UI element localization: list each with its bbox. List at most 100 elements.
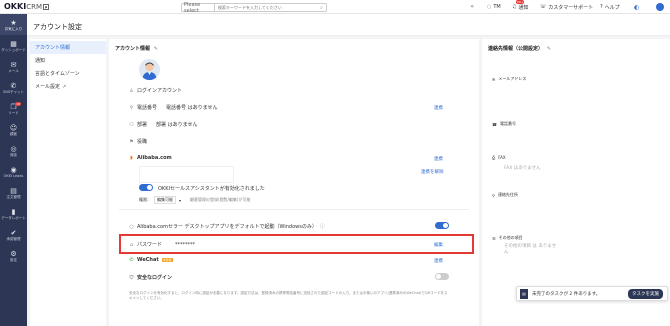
sidebar-item-label: ダッシュボード	[1, 47, 26, 52]
alibaba-label: Alibaba.com	[137, 155, 172, 161]
sidebar-item-data[interactable]: ▮ データレポート	[0, 203, 27, 224]
search-input[interactable]	[215, 5, 317, 10]
secure-login-label: 安全なログイン	[137, 275, 173, 281]
wechat-icon: ✆	[129, 257, 134, 263]
contact-address-label: 連絡先住所	[497, 192, 518, 197]
sidebar-item-customer[interactable]: ☺ 顧客	[0, 119, 27, 140]
sidebar-item-label: メール	[8, 68, 19, 73]
sales-assistant-toggle[interactable]	[139, 184, 153, 191]
sidebar: ★ お気に入り ▦ ダッシュボード ✉ メール ✆ SNSチャット ❐ リード 18 ☺ 顧客 ◎ 商談 ◉ O…	[0, 14, 27, 326]
title-icon: ⚑	[129, 138, 134, 145]
help-button[interactable]: ? ヘルプ	[600, 3, 620, 11]
task-toast-text: 未完了のタスクが 2 件あります。	[532, 291, 601, 297]
location-icon: ⚲	[129, 104, 134, 111]
search-icon[interactable]: ⌕	[317, 5, 326, 11]
sidebar-item-dashboard[interactable]: ▦ ダッシュボード	[0, 35, 27, 56]
logo-suffix: CRM	[26, 2, 42, 11]
headset-icon: ☏	[540, 4, 547, 10]
nav-mail-settings[interactable]: メール設定 ↗	[30, 80, 106, 93]
password-highlight-box	[119, 234, 474, 254]
secure-login-row: ⛉ 安全なログイン	[129, 274, 173, 282]
sidebar-item-label: お気に入り	[4, 26, 23, 31]
global-search: Please select ⌕	[181, 2, 327, 14]
contact-other-value: その他の項目 は ありません	[504, 244, 557, 255]
permission-row: 権限： 編集可能 ▾ 顧客管理の登録(閲覧/編集)が可能	[139, 196, 250, 204]
wechat-status-tag: 未連携	[161, 258, 173, 262]
support-button[interactable]: ☏ カスタマーサポート	[540, 3, 593, 11]
wechat-link[interactable]: 連携	[434, 258, 443, 264]
sidebar-item-label: データレポート	[1, 215, 26, 220]
settings-nav: アカウント情報 通知 言語とタイムゾーン メール設定 ↗	[30, 39, 106, 326]
contact-phone-label: 電話番号	[499, 121, 516, 126]
login-account-row: ♙ ログインアカウント	[129, 87, 183, 95]
divider	[119, 209, 469, 210]
edit-pencil-icon[interactable]: ✎	[154, 46, 158, 52]
help-label: ヘルプ	[604, 4, 620, 11]
sidebar-count-badge: 18	[15, 102, 21, 106]
home-icon: ★	[10, 18, 17, 27]
contact-address: ⚲ 連絡先住所	[492, 192, 518, 198]
login-account-label: ログインアカウント	[137, 88, 183, 94]
contact-section-title-text: 連絡先情報（公開設定）	[488, 46, 544, 52]
sidebar-item-home[interactable]: ★ お気に入り	[0, 14, 27, 35]
unlink-button[interactable]: 連携を解除	[421, 169, 444, 175]
sidebar-item-okki-leads[interactable]: ◉ OKKI Leads	[0, 161, 27, 182]
nav-notifications[interactable]: 通知	[30, 54, 106, 67]
permission-note: 顧客管理の登録(閲覧/編集)が可能	[190, 197, 251, 202]
fax-icon: ⎙	[492, 155, 496, 160]
sidebar-item-label: 設定	[10, 257, 17, 262]
notifications-button[interactable]: ♫ 通知 99+	[512, 0, 529, 11]
contact-phone: ☎ 電話番号	[492, 121, 516, 127]
secure-login-toggle[interactable]	[435, 273, 449, 280]
sidebar-item-approval[interactable]: ✔ 承認管理	[0, 224, 27, 245]
nav-account-info[interactable]: アカウント情報	[30, 41, 106, 54]
alibaba-icon: ◗	[130, 155, 133, 161]
contact-other-label: その他の項目	[498, 235, 523, 240]
brand-icon[interactable]: ◐	[634, 3, 639, 11]
sidebar-item-order[interactable]: ▤ 注文管理	[0, 182, 27, 203]
run-tasks-button[interactable]: タスクを実施	[628, 288, 663, 299]
globe-icon: ◎	[10, 144, 17, 153]
department-value: 部署 はありません	[156, 122, 198, 128]
desktop-app-toggle[interactable]	[435, 222, 449, 229]
list-icon: ☰	[492, 235, 496, 241]
profile-avatar[interactable]	[139, 59, 160, 80]
edit-pencil-icon[interactable]: ✎	[547, 46, 551, 52]
permission-select[interactable]: 編集可能	[154, 196, 176, 204]
clipboard-icon: ▤	[520, 288, 528, 299]
desktop-app-label: Alibaba.comセラー デスクトップアプリをデフォルトで起動（Window…	[137, 224, 317, 230]
sidebar-item-mail[interactable]: ✉ メール	[0, 56, 27, 77]
alibaba-row: ◗ Alibaba.com	[129, 155, 172, 161]
search-type-select[interactable]: Please select	[182, 2, 215, 14]
sidebar-item-lead[interactable]: ❐ リード 18	[0, 98, 27, 119]
notifications-label: 通知	[518, 4, 529, 11]
user-avatar[interactable]	[656, 3, 664, 11]
user-initials: TM	[493, 4, 501, 10]
contact-fax-value: FAX はありません	[504, 166, 541, 171]
contact-email: ✉ メールアドレス	[492, 76, 526, 82]
logo-badge: β	[42, 4, 50, 10]
phone-value: 電話番号 はありません	[166, 105, 218, 111]
app-logo[interactable]: OKKI CRM β	[0, 2, 50, 11]
logo-text: OKKI	[4, 2, 27, 11]
user-switch[interactable]: ◌ TM	[487, 3, 501, 11]
shield-icon: ⛉	[129, 274, 134, 281]
user-switch-icon: ◌	[487, 4, 492, 10]
phone-link[interactable]: 連携	[434, 105, 443, 111]
desktop-app-row: ○ Alibaba.comセラー デスクトップアプリをデフォルトで起動（Wind…	[129, 223, 325, 231]
sidebar-item-chat[interactable]: ✆ SNSチャット	[0, 77, 27, 98]
account-section-title-text: アカウント情報	[115, 46, 151, 52]
sidebar-item-label: OKKI Leads	[3, 173, 24, 178]
secure-login-note: 安全なログインを有効化すると、ログイン時に認証が必要になります。認証方法は、登録…	[129, 291, 448, 300]
contact-section-title: 連絡先情報（公開設定） ✎	[488, 45, 551, 52]
sidebar-item-globe[interactable]: ◎ 商談	[0, 140, 27, 161]
sidebar-item-label: 注文管理	[6, 194, 21, 199]
sidebar-item-label: 商談	[10, 152, 17, 157]
nav-language-timezone[interactable]: 言語とタイムゾーン	[30, 67, 106, 80]
alibaba-link[interactable]: 連携	[434, 156, 443, 162]
contact-info-panel: 連絡先情報（公開設定） ✎ ✉ メールアドレス ☎ 電話番号 ⎙ FAX FAX…	[482, 39, 670, 326]
phone-icon: ☎	[492, 121, 497, 127]
permission-label: 権限：	[139, 197, 151, 202]
theme-icon[interactable]: ✧	[470, 3, 474, 11]
sidebar-item-settings[interactable]: ⚙ 設定	[0, 245, 27, 266]
